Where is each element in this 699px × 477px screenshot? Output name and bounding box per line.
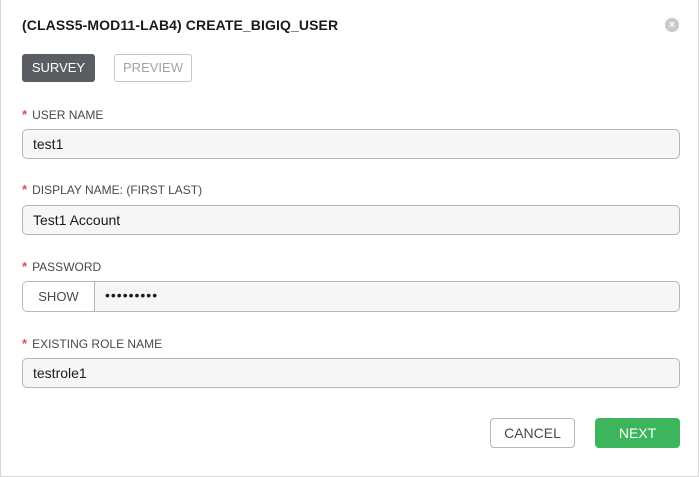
tab-preview[interactable]: PREVIEW bbox=[114, 54, 192, 82]
required-marker: * bbox=[22, 182, 28, 197]
cancel-button[interactable]: CANCEL bbox=[490, 418, 575, 448]
close-icon[interactable]: × bbox=[665, 18, 679, 32]
tab-survey[interactable]: SURVEY bbox=[22, 54, 95, 82]
survey-dialog: (CLASS5-MOD11-LAB4) CREATE_BIGIQ_USER × … bbox=[0, 0, 699, 477]
display-name-input[interactable] bbox=[22, 205, 680, 235]
dialog-title: (CLASS5-MOD11-LAB4) CREATE_BIGIQ_USER bbox=[22, 17, 339, 33]
required-marker: * bbox=[22, 259, 28, 274]
required-marker: * bbox=[22, 336, 28, 351]
show-password-button[interactable]: SHOW bbox=[23, 282, 95, 311]
user-name-input[interactable] bbox=[22, 129, 680, 159]
password-field: SHOW ••••••••• bbox=[22, 281, 680, 312]
user-name-label: * USER NAME bbox=[22, 107, 103, 122]
existing-role-name-input[interactable] bbox=[22, 358, 680, 388]
display-name-label-text: DISPLAY NAME: (FIRST LAST) bbox=[32, 183, 203, 197]
password-label: * PASSWORD bbox=[22, 259, 101, 274]
existing-role-name-label-text: EXISTING ROLE NAME bbox=[32, 337, 163, 351]
next-button[interactable]: NEXT bbox=[595, 418, 680, 448]
password-input[interactable]: ••••••••• bbox=[105, 282, 158, 311]
required-marker: * bbox=[22, 107, 28, 122]
display-name-label: * DISPLAY NAME: (FIRST LAST) bbox=[22, 182, 202, 197]
password-label-text: PASSWORD bbox=[32, 260, 102, 274]
user-name-label-text: USER NAME bbox=[32, 108, 104, 122]
existing-role-name-label: * EXISTING ROLE NAME bbox=[22, 336, 162, 351]
